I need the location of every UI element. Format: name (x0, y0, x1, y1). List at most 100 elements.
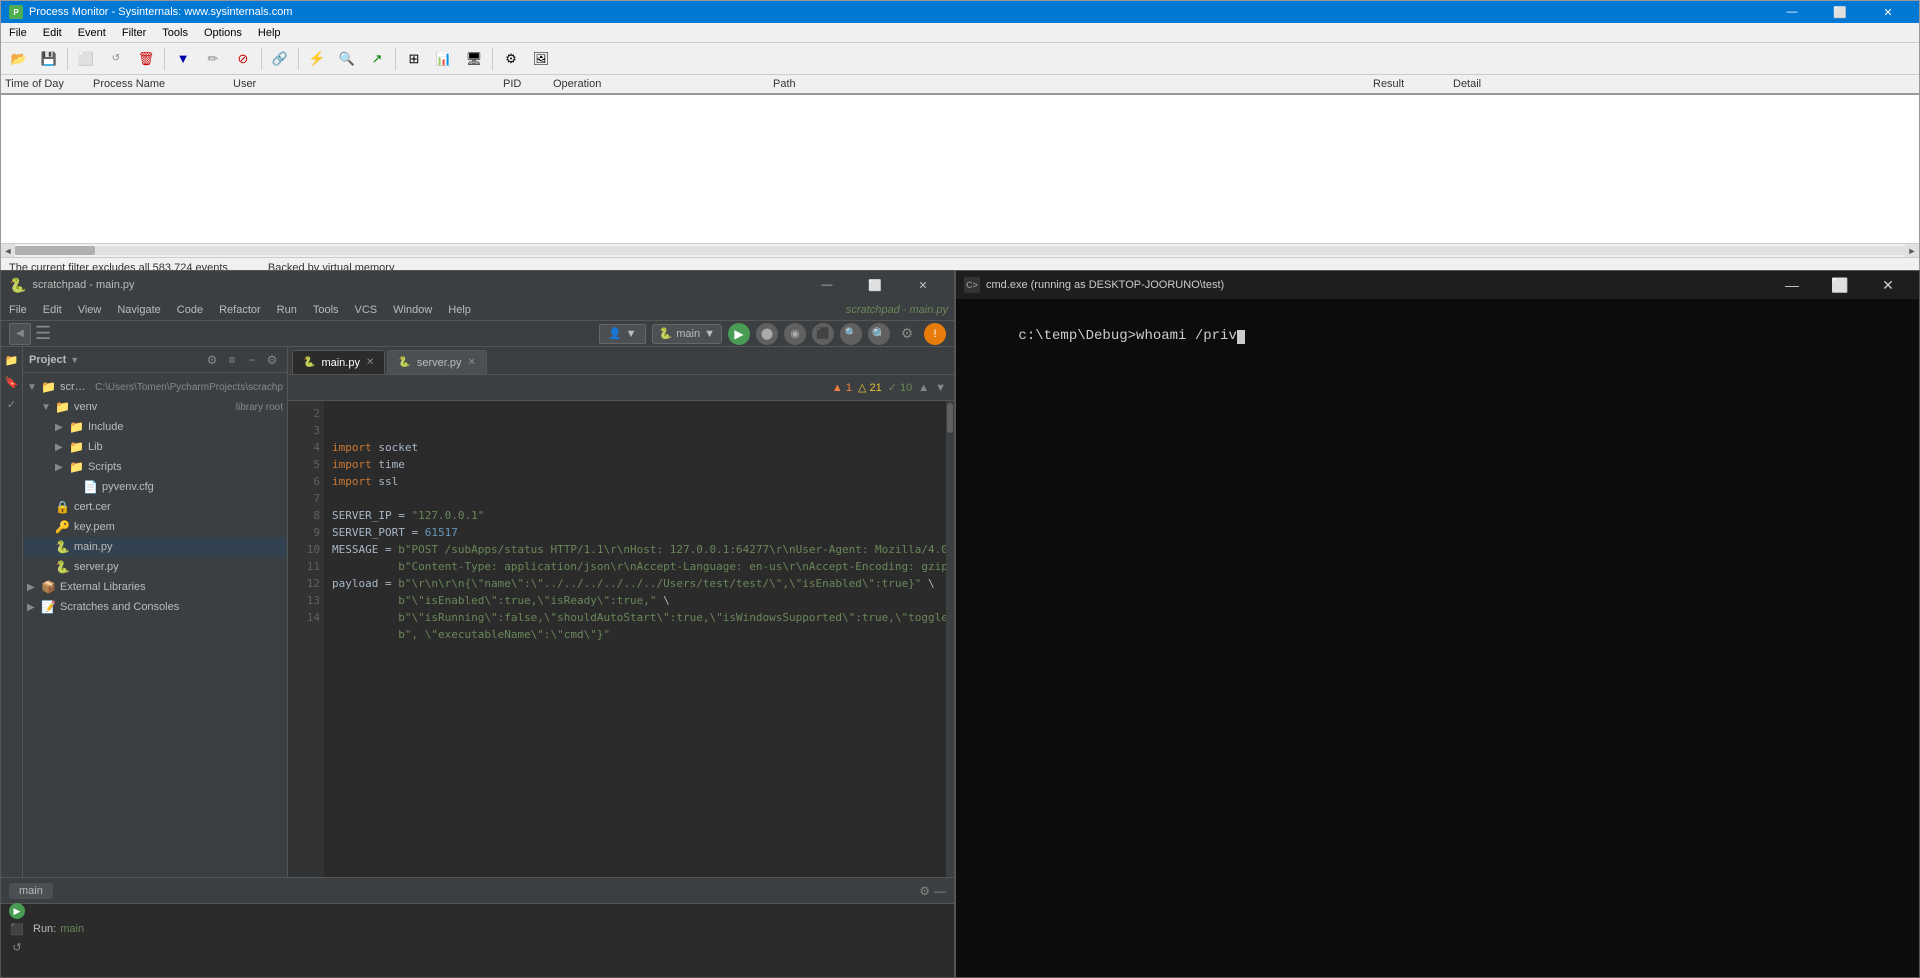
pc-vertical-scrollbar[interactable] (946, 401, 954, 877)
pc-sidebar-options[interactable]: ⚙ (263, 351, 281, 369)
pm-menu-filter[interactable]: Filter (114, 23, 154, 42)
pc-tab-server[interactable]: 🐍 server.py ✕ (387, 350, 486, 374)
pm-clear-button[interactable]: ↺ (102, 46, 130, 72)
pc-minimize-button[interactable]: — (804, 274, 850, 296)
cmd-window: C> cmd.exe (running as DESKTOP-JOORUNO\t… (955, 270, 1920, 978)
pm-save-button[interactable]: 💾 (35, 46, 63, 72)
pc-layout-icon[interactable]: ☰ (35, 323, 51, 344)
pm-scroll-thumb[interactable] (15, 246, 95, 255)
pc-tab-main[interactable]: 🐍 main.py ✕ (292, 350, 385, 374)
pc-tree-lib[interactable]: ▶ 📁 Lib (23, 437, 287, 457)
pc-tree-venv[interactable]: ▼ 📁 venv library root (23, 397, 287, 417)
pc-close-button[interactable]: ✕ (900, 274, 946, 296)
pc-warnings-collapse[interactable]: ▼ (935, 382, 946, 394)
pc-collapse-button[interactable]: ◀ (9, 323, 31, 345)
pc-tab-main-close[interactable]: ✕ (366, 357, 374, 368)
pc-warnings-expand[interactable]: ▲ (918, 382, 929, 394)
pc-menu-run[interactable]: Run (269, 302, 305, 318)
pm-maximize-button[interactable]: ⬜ (1817, 1, 1863, 23)
pc-run-rerun-button[interactable]: ↺ (9, 939, 25, 955)
pc-notifications[interactable]: ! (924, 323, 946, 345)
pm-sysinfo-button[interactable]: 🖥 (460, 46, 488, 72)
pm-menu-file[interactable]: File (1, 23, 35, 42)
pc-tree-include[interactable]: ▶ 📁 Include (23, 417, 287, 437)
ln-5: 5 (292, 456, 320, 473)
pc-settings-gear[interactable]: ⚙ (203, 351, 221, 369)
pm-jump-button[interactable]: ↗ (363, 46, 391, 72)
pc-tree-scratches[interactable]: ▶ 📝 Scratches and Consoles (23, 597, 287, 617)
pc-user-config[interactable]: 👤 ▼ (599, 324, 646, 344)
pc-menu-edit[interactable]: Edit (35, 302, 70, 318)
pc-search-everywhere[interactable]: 🔍 (868, 323, 890, 345)
pc-tree-cert[interactable]: 🔒 cert.cer (23, 497, 287, 517)
pm-scroll-track[interactable] (15, 246, 1905, 255)
pm-menu-event[interactable]: Event (70, 23, 114, 42)
pc-settings-icon[interactable]: ⚙ (896, 323, 918, 345)
pc-menu-help[interactable]: Help (440, 302, 479, 318)
pm-filter-toggle-button[interactable]: ⊘ (229, 46, 257, 72)
pm-open-button[interactable]: 📂 (5, 46, 33, 72)
pc-code-content[interactable]: import socket import time import ssl SER… (324, 401, 946, 877)
pc-run-stop-button[interactable]: ⬛ (9, 921, 25, 937)
pc-run-config[interactable]: 🐍 main ▼ (652, 324, 722, 344)
pm-chart-button[interactable]: 📊 (430, 46, 458, 72)
pm-scroll-left-arrow[interactable]: ◄ (1, 244, 15, 257)
pc-bottom-settings[interactable]: ⚙ — (919, 884, 946, 898)
pc-run-play-button[interactable]: ▶ (9, 903, 25, 919)
pc-collapse-all[interactable]: − (243, 351, 261, 369)
pc-tree-key[interactable]: 🔑 key.pem (23, 517, 287, 537)
pc-menu-refactor[interactable]: Refactor (211, 302, 269, 318)
pm-scroll-right-arrow[interactable]: ► (1905, 244, 1919, 257)
pc-run-button[interactable]: ▶ (728, 323, 750, 345)
cmd-minimize-button[interactable]: — (1769, 274, 1815, 296)
pc-bookmark-icon[interactable]: 🔖 (3, 373, 21, 391)
pc-scroll-v-thumb[interactable] (947, 403, 953, 433)
pm-menu-tools[interactable]: Tools (154, 23, 196, 42)
pm-options-button[interactable]: ⚙ (497, 46, 525, 72)
pc-ext-libs-icon: 📦 (41, 580, 57, 594)
cmd-maximize-button[interactable]: ⬜ (1817, 274, 1863, 296)
pm-delete-button[interactable]: 🗑 (132, 46, 160, 72)
pm-tree-button[interactable]: ⊞ (400, 46, 428, 72)
pm-autoscroll-button[interactable]: ⬜ (72, 46, 100, 72)
pm-horizontal-scrollbar[interactable]: ◄ ► (1, 243, 1919, 257)
pc-maximize-button[interactable]: ⬜ (852, 274, 898, 296)
pm-filter-edit-button[interactable]: ✏ (199, 46, 227, 72)
pc-menu-view[interactable]: View (70, 302, 110, 318)
cmd-close-button[interactable]: ✕ (1865, 274, 1911, 296)
pc-breadcrumb: ◀ ☰ (9, 323, 51, 345)
pm-menu-help[interactable]: Help (250, 23, 289, 42)
pc-tree-ext-libs[interactable]: ▶ 📦 External Libraries (23, 577, 287, 597)
pc-tree-root[interactable]: ▼ 📁 scrachpad C:\Users\Tomen\PycharmProj… (23, 377, 287, 397)
pc-menu-code[interactable]: Code (169, 302, 211, 318)
pm-capture-button[interactable]: ⚡ (303, 46, 331, 72)
cmd-content[interactable]: c:\temp\Debug>whoami /priv (956, 299, 1919, 977)
pm-find-button[interactable]: 🔍 (333, 46, 361, 72)
pc-debug-button[interactable]: ⬤ (756, 323, 778, 345)
pc-tree-server[interactable]: 🐍 server.py (23, 557, 287, 577)
pm-registry-button[interactable]: 🖼 (527, 46, 555, 72)
pc-profile-button[interactable]: ◉ (784, 323, 806, 345)
pc-expand-all[interactable]: ≡ (223, 351, 241, 369)
pc-tree-scripts[interactable]: ▶ 📁 Scripts (23, 457, 287, 477)
pc-stop-button[interactable]: ⬛ (812, 323, 834, 345)
pc-menu-navigate[interactable]: Navigate (109, 302, 168, 318)
pc-tab-server-close[interactable]: ✕ (467, 357, 475, 368)
pc-run-tab[interactable]: main (9, 883, 53, 899)
pm-network-button[interactable]: 🔗 (266, 46, 294, 72)
pc-todo-icon[interactable]: ✓ (3, 395, 21, 413)
pc-project-icon[interactable]: 📁 (3, 351, 21, 369)
pm-menu-edit[interactable]: Edit (35, 23, 70, 42)
pm-filter-button[interactable]: ▼ (169, 46, 197, 72)
pc-key-label: key.pem (74, 521, 283, 533)
pc-menu-tools[interactable]: Tools (305, 302, 347, 318)
pm-minimize-button[interactable]: — (1769, 1, 1815, 23)
pc-menu-vcs[interactable]: VCS (347, 302, 386, 318)
pc-menu-file[interactable]: File (1, 302, 35, 318)
pm-close-button[interactable]: ✕ (1865, 1, 1911, 23)
pc-menu-window[interactable]: Window (385, 302, 440, 318)
pc-tree-main[interactable]: 🐍 main.py (23, 537, 287, 557)
pc-coverage-button[interactable]: 🔍 (840, 323, 862, 345)
pm-menu-options[interactable]: Options (196, 23, 250, 42)
pc-tree-pyvenv[interactable]: 📄 pyvenv.cfg (23, 477, 287, 497)
